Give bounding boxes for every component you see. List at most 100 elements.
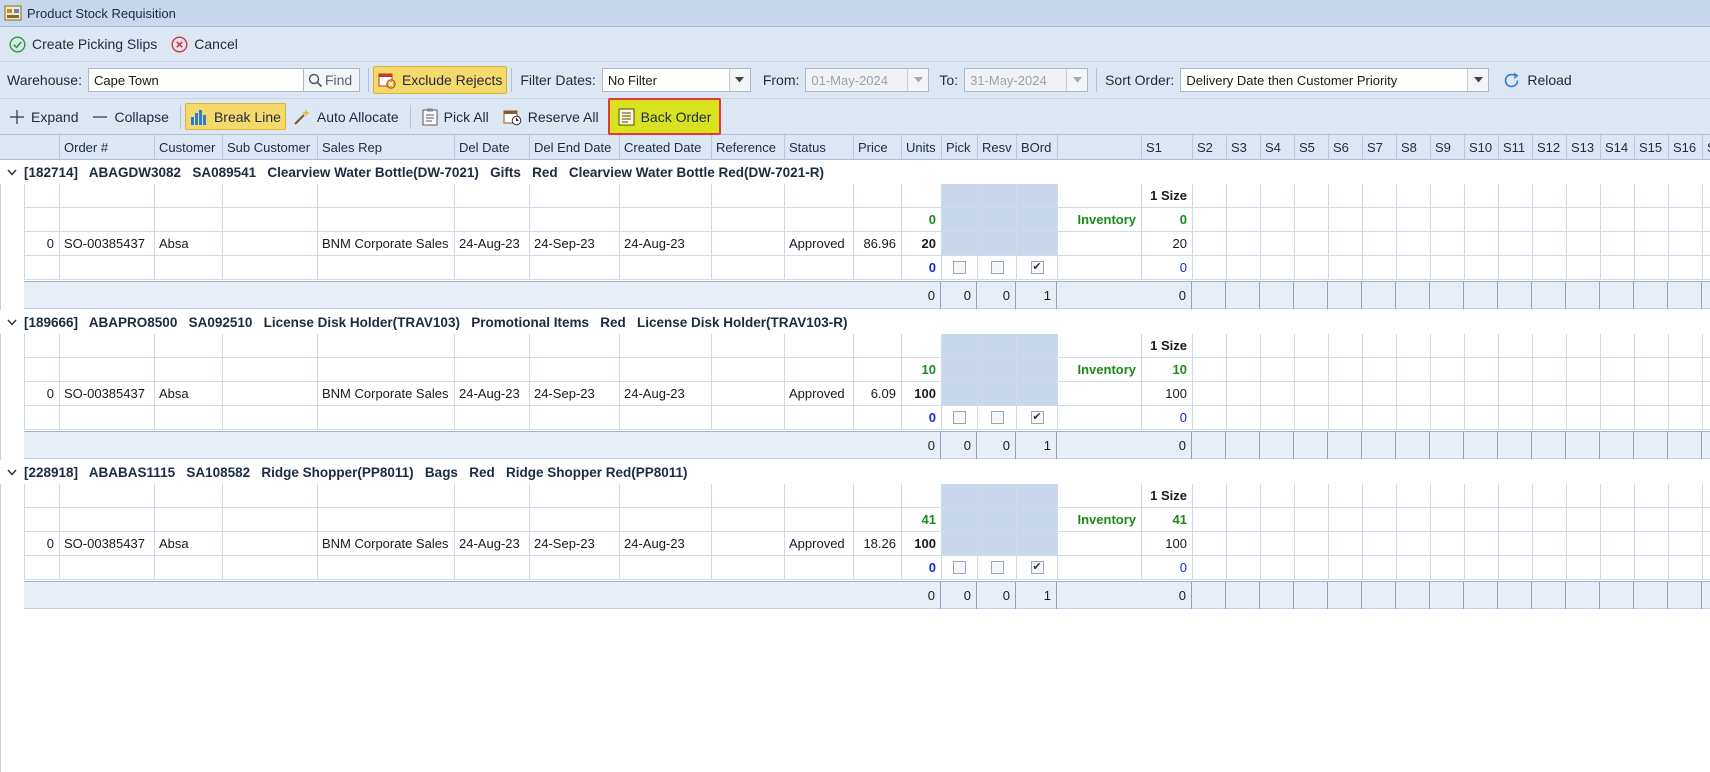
size-cell[interactable] (1702, 484, 1710, 508)
size-cell[interactable] (1294, 256, 1328, 280)
size-cell[interactable] (1600, 358, 1634, 382)
size-cell[interactable] (1260, 208, 1294, 232)
sub-customer[interactable] (222, 532, 317, 556)
back-order-button[interactable]: Back Order (607, 98, 722, 135)
size-cell[interactable] (1668, 508, 1702, 532)
checkbox-icon[interactable] (990, 261, 1004, 274)
reserve-checkbox[interactable] (977, 256, 1016, 280)
exclude-rejects-toggle[interactable]: Exclude Rejects (372, 66, 508, 94)
size-cell[interactable] (1226, 256, 1260, 280)
size-cell[interactable] (1464, 358, 1498, 382)
del-end-date[interactable]: 24-Sep-23 (529, 382, 619, 406)
chevron-down-icon[interactable] (0, 465, 24, 479)
size-cell[interactable] (1702, 532, 1710, 556)
size-cell[interactable] (1600, 532, 1634, 556)
size-cell[interactable] (1498, 256, 1532, 280)
group-header-row[interactable]: [189666] ABAPRO8500 SA092510 License Dis… (0, 310, 1710, 334)
column-header-s10[interactable]: S10 (1464, 135, 1498, 160)
break-line-toggle[interactable]: Break Line (184, 103, 286, 130)
back-order-checkbox[interactable]: ✔ (1016, 256, 1057, 280)
allocated-s1[interactable]: 0 (1141, 556, 1192, 580)
column-header-s7[interactable]: S7 (1362, 135, 1396, 160)
size-cell[interactable] (1498, 232, 1532, 256)
reference[interactable] (711, 382, 784, 406)
size-cell[interactable] (1362, 334, 1396, 358)
checkbox-checked-icon[interactable]: ✔ (1030, 561, 1044, 574)
order-number[interactable]: SO-00385437 (59, 232, 154, 256)
size-cell[interactable] (1430, 358, 1464, 382)
back-order-checkbox[interactable]: ✔ (1016, 406, 1057, 430)
line-index[interactable]: 0 (24, 382, 59, 406)
size-cell[interactable] (1464, 334, 1498, 358)
size-cell[interactable] (1634, 484, 1668, 508)
order-number[interactable]: SO-00385437 (59, 382, 154, 406)
size-cell[interactable] (1566, 406, 1600, 430)
size-cell[interactable] (1192, 256, 1226, 280)
size-cell[interactable] (1396, 208, 1430, 232)
size-cell[interactable] (1464, 532, 1498, 556)
column-header-s3[interactable]: S3 (1226, 135, 1260, 160)
column-header-s12[interactable]: S12 (1532, 135, 1566, 160)
column-header-sales-rep[interactable]: Sales Rep (317, 135, 454, 160)
size-cell[interactable] (1532, 256, 1566, 280)
size-cell[interactable] (1566, 532, 1600, 556)
size-cell[interactable] (1498, 184, 1532, 208)
size-cell[interactable] (1328, 508, 1362, 532)
sales-rep[interactable]: BNM Corporate Sales (317, 532, 454, 556)
size-cell[interactable] (1226, 532, 1260, 556)
line-index[interactable]: 0 (24, 232, 59, 256)
size-cell[interactable] (1498, 484, 1532, 508)
size-cell[interactable] (1362, 232, 1396, 256)
size-cell[interactable] (1192, 484, 1226, 508)
size-cell[interactable] (1430, 532, 1464, 556)
size-cell[interactable] (1260, 508, 1294, 532)
size-cell[interactable] (1702, 382, 1710, 406)
del-date[interactable]: 24-Aug-23 (454, 382, 529, 406)
size-cell[interactable] (1328, 358, 1362, 382)
size-cell[interactable] (1634, 334, 1668, 358)
size-cell[interactable] (1634, 184, 1668, 208)
del-date[interactable]: 24-Aug-23 (454, 232, 529, 256)
size-cell[interactable] (1328, 406, 1362, 430)
allocated-s1[interactable]: 0 (1141, 256, 1192, 280)
size-cell[interactable] (1634, 232, 1668, 256)
size-cell[interactable] (1362, 532, 1396, 556)
size-cell[interactable] (1464, 184, 1498, 208)
size-cell[interactable] (1226, 508, 1260, 532)
units[interactable]: 100 (901, 382, 941, 406)
column-header-s9[interactable]: S9 (1430, 135, 1464, 160)
size-cell[interactable] (1464, 382, 1498, 406)
size-cell[interactable] (1600, 406, 1634, 430)
size-cell[interactable] (1532, 334, 1566, 358)
reserve-checkbox[interactable] (977, 406, 1016, 430)
size-cell[interactable] (1260, 532, 1294, 556)
column-header-s11[interactable]: S11 (1498, 135, 1532, 160)
column-header-bord[interactable]: BOrd (1016, 135, 1057, 160)
size-cell[interactable] (1396, 484, 1430, 508)
size-cell[interactable] (1532, 232, 1566, 256)
pick-checkbox[interactable] (941, 556, 977, 580)
column-header-sub-customer[interactable]: Sub Customer (222, 135, 317, 160)
size-cell[interactable] (1634, 532, 1668, 556)
column-header-pick[interactable]: Pick (941, 135, 977, 160)
units[interactable]: 20 (901, 232, 941, 256)
column-header-resv[interactable]: Resv (977, 135, 1016, 160)
size-cell[interactable] (1260, 184, 1294, 208)
size-cell[interactable] (1192, 556, 1226, 580)
size-cell[interactable] (1566, 508, 1600, 532)
size-cell[interactable] (1668, 358, 1702, 382)
size-cell[interactable] (1192, 334, 1226, 358)
size-cell[interactable] (1464, 556, 1498, 580)
size-cell[interactable] (1294, 484, 1328, 508)
size-cell[interactable] (1328, 556, 1362, 580)
size-cell[interactable] (1362, 508, 1396, 532)
reference[interactable] (711, 232, 784, 256)
price[interactable]: 86.96 (853, 232, 901, 256)
size-cell[interactable] (1260, 406, 1294, 430)
size-cell[interactable] (1430, 256, 1464, 280)
column-header-s1[interactable]: S1 (1141, 135, 1192, 160)
column-header-status[interactable]: Status (784, 135, 853, 160)
size-cell[interactable] (1260, 556, 1294, 580)
size-cell[interactable] (1192, 406, 1226, 430)
allocated-units[interactable]: 0 (901, 406, 941, 430)
